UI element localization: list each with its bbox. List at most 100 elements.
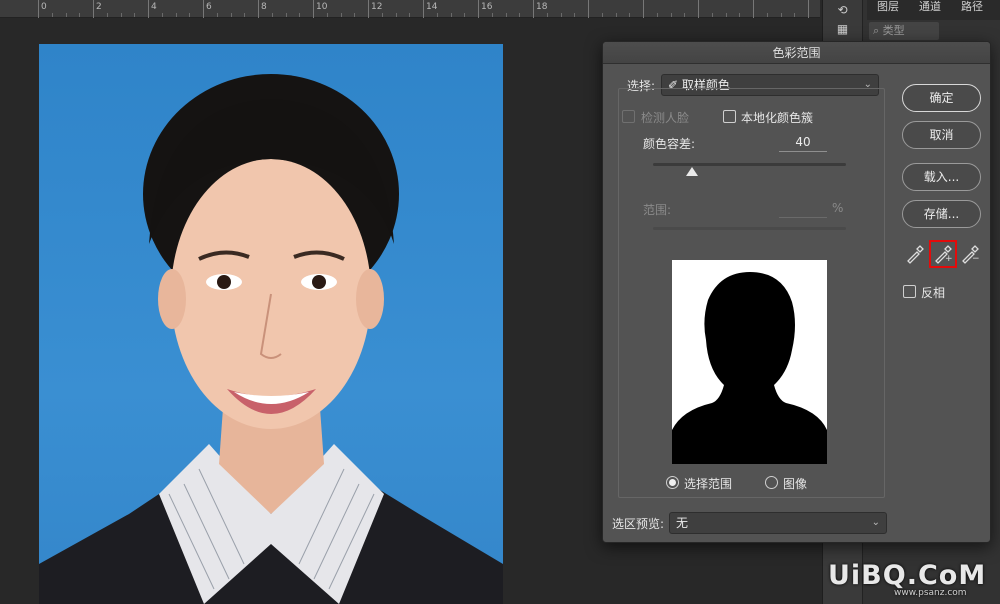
fuzziness-field[interactable]: 40 [779,134,827,152]
ruler-minor-tick [739,13,741,17]
eyedropper-icon[interactable] [905,244,925,264]
ruler-major-tick [368,0,369,18]
ruler-minor-tick [340,13,342,17]
ruler-minor-tick [134,13,136,17]
ruler-major-tick [313,0,314,18]
cancel-button[interactable]: 取消 [902,121,981,149]
load-button[interactable]: 载入... [902,163,981,191]
detect-faces-label: 检测人脸 [641,111,690,125]
range-unit: % [832,201,844,215]
watermark-site: www.psanz.com [894,588,967,598]
range-label: 范围: [643,203,672,217]
ruler-number: 14 [426,2,438,12]
panel-toggle-icon[interactable]: ▦ [832,22,854,38]
ruler-minor-tick [326,13,328,17]
ruler-number: 12 [371,2,383,12]
plus-icon: + [945,254,953,264]
ruler-minor-tick [230,13,232,17]
ruler-major-tick [753,0,754,18]
invert-checkbox[interactable] [903,285,916,298]
ruler-major-tick [203,0,204,18]
view-image-label: 图像 [783,477,808,491]
ruler-minor-tick [505,13,507,17]
ruler-minor-tick [244,13,246,17]
selection-preview-label: 选区预览: [612,517,665,531]
ok-button[interactable]: 确定 [902,84,981,112]
localized-clusters-checkbox[interactable] [723,110,736,123]
watermark-brand: UiBQ.CoM [828,560,987,591]
ruler-major-tick [38,0,39,18]
tab-layers[interactable]: 图层 [867,0,909,20]
ruler-minor-tick [560,13,562,17]
ruler-minor-tick [519,13,521,17]
ruler-minor-tick [51,13,53,17]
horizontal-ruler: 0 2 4 6 8 10 12 14 16 18 [0,0,851,18]
ruler-minor-tick [684,13,686,17]
ruler-minor-tick [189,13,191,17]
ruler-minor-tick [299,13,301,17]
ruler-minor-tick [65,13,67,17]
ruler-minor-tick [711,13,713,17]
range-slider-track [653,227,846,230]
ruler-minor-tick [491,13,493,17]
fuzziness-slider-track[interactable] [653,163,846,166]
ruler-minor-tick [615,13,617,17]
ruler-number: 6 [206,2,212,12]
ruler-minor-tick [766,13,768,17]
ruler-major-tick [258,0,259,18]
panel-tabs: 图层 通道 路径 [867,0,1000,20]
ruler-major-tick [478,0,479,18]
selection-preview-dropdown[interactable]: 无 ⌄ [669,512,887,534]
ruler-number: 18 [536,2,548,12]
localized-clusters-label: 本地化颜色簇 [741,111,814,125]
ruler-number: 8 [261,2,267,12]
ruler-minor-tick [601,13,603,17]
fuzziness-slider-handle[interactable] [685,167,698,176]
ruler-major-tick [643,0,644,18]
ruler-minor-tick [629,13,631,17]
fuzziness-label: 颜色容差: [643,137,696,151]
ruler-major-tick [423,0,424,18]
ruler-minor-tick [670,13,672,17]
ruler-major-tick [698,0,699,18]
eyedropper-subtract-icon[interactable]: − [960,244,980,264]
range-field[interactable] [779,200,827,218]
layer-filter-label: 类型 [882,24,905,37]
silhouette-preview [672,272,827,464]
ruler-minor-tick [794,13,796,17]
ruler-minor-tick [161,13,163,17]
view-selection-radio[interactable] [666,476,679,489]
ruler-minor-tick [271,13,273,17]
ruler-minor-tick [381,13,383,17]
view-selection-label: 选择范围 [684,477,733,491]
invert-label: 反相 [921,286,946,300]
ruler-major-tick [588,0,589,18]
ruler-minor-tick [395,13,397,17]
history-icon[interactable]: ⟲ [832,3,854,19]
detect-faces-checkbox[interactable] [622,110,635,123]
ruler-minor-tick [725,13,727,17]
ruler-minor-tick [409,13,411,17]
color-range-dialog: 色彩范围 选择: ✐ 取样颜色 ⌄ 检测人脸 本地化颜色簇 颜色容差: 40 范… [602,41,991,543]
watermark-logo: UiBQ.CoM www.psanz.com [828,560,987,598]
layer-filter[interactable]: ⌕ 类型 [869,22,939,40]
ruler-minor-tick [79,13,81,17]
tab-channels[interactable]: 通道 [909,0,951,20]
ruler-minor-tick [464,13,466,17]
portrait-illustration [39,74,503,604]
ruler-minor-tick [285,13,287,17]
ruler-number: 2 [96,2,102,12]
selection-preview-value: 无 [676,516,689,530]
view-image-radio[interactable] [765,476,778,489]
eyedropper-add-icon[interactable]: + [929,240,957,268]
chevron-down-icon: ⌄ [871,517,880,528]
ruler-number: 0 [41,2,47,12]
ruler-major-tick [533,0,534,18]
ruler-minor-tick [656,13,658,17]
tab-paths[interactable]: 路径 [951,0,993,20]
dialog-title: 色彩范围 [603,42,990,64]
ruler-minor-tick [175,13,177,17]
save-button[interactable]: 存储... [902,200,981,228]
ruler-major-tick [93,0,94,18]
ruler-major-tick [148,0,149,18]
